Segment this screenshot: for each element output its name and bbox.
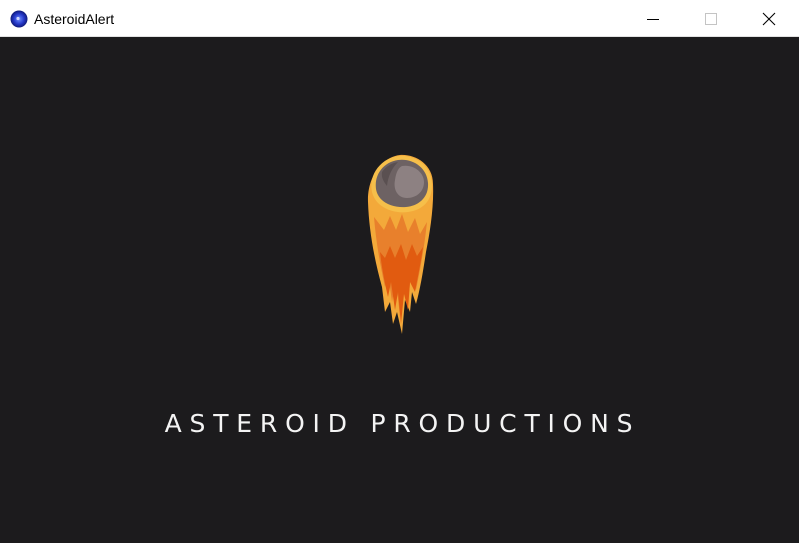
- minimize-button[interactable]: [630, 0, 676, 37]
- maximize-icon: [705, 12, 717, 25]
- flaming-asteroid-logo: [367, 154, 434, 334]
- close-icon: [762, 12, 776, 25]
- app-window: AsteroidAlert ASTEROID PRODUCTIONS: [0, 0, 799, 543]
- title-bar[interactable]: AsteroidAlert: [0, 0, 799, 37]
- maximize-button[interactable]: [688, 0, 734, 37]
- window-title: AsteroidAlert: [34, 11, 115, 27]
- minimize-icon: [647, 18, 659, 20]
- close-button[interactable]: [746, 0, 792, 37]
- splash-screen: ASTEROID PRODUCTIONS: [0, 37, 799, 543]
- studio-name: ASTEROID PRODUCTIONS: [164, 409, 641, 438]
- app-icon: [10, 10, 28, 28]
